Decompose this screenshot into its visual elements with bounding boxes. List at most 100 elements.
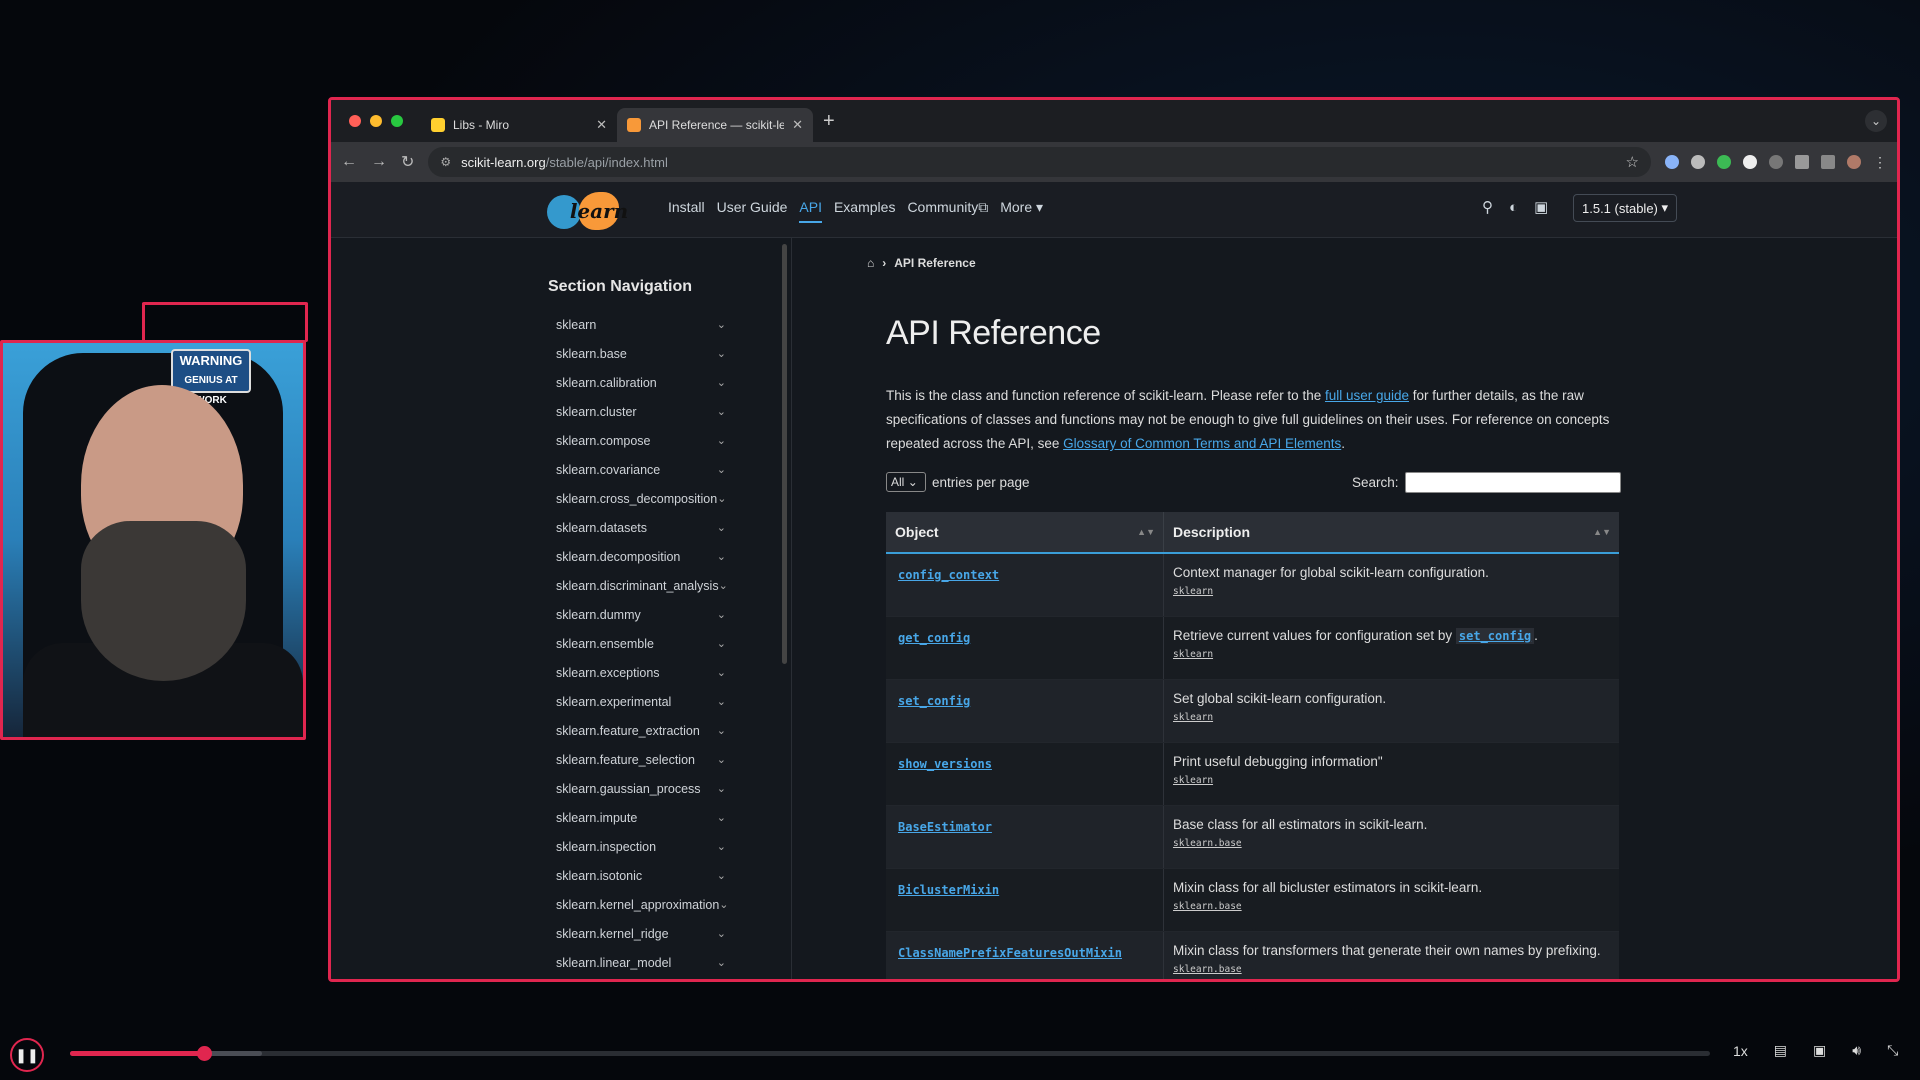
forward-arrow-icon[interactable]: → [371,153,387,171]
object-link[interactable]: BaseEstimator [898,820,992,834]
eyedropper-icon[interactable] [1691,155,1705,169]
chevron-down-icon[interactable]: ⌄ [717,840,726,853]
module-link[interactable]: sklearn [1173,586,1610,597]
sidebar-item[interactable]: sklearn ⌄ [556,310,726,339]
module-link[interactable]: sklearn [1173,775,1610,786]
sidebar-item[interactable]: sklearn.cluster ⌄ [556,397,726,426]
nav-user-guide[interactable]: User Guide [717,199,788,223]
close-tab-icon[interactable]: ✕ [792,117,803,133]
sidebar-item[interactable]: sklearn.gaussian_process ⌄ [556,774,726,803]
sort-icon[interactable]: ▲▼ [1137,527,1155,537]
module-link[interactable]: sklearn [1173,649,1610,660]
fullscreen-icon[interactable]: ⤡ [1887,1042,1898,1059]
sidebar-item[interactable]: sklearn.decomposition ⌄ [556,542,726,571]
sidebar-item[interactable]: sklearn.kernel_ridge ⌄ [556,919,726,948]
module-link[interactable]: sklearn.base [1173,901,1610,912]
sidebar-item[interactable]: sklearn.feature_extraction ⌄ [556,716,726,745]
picture-in-picture-icon[interactable]: ▣ [1813,1042,1826,1059]
browser-menu-icon[interactable]: ⋮ [1873,154,1887,171]
progress-handle[interactable] [197,1046,213,1061]
object-link[interactable]: config_context [898,568,999,582]
sidebar-item[interactable]: sklearn.covariance ⌄ [556,455,726,484]
nav-api[interactable]: API [799,199,822,223]
chevron-down-icon[interactable]: ⌄ [717,637,726,650]
tab-search-chevron-icon[interactable]: ⌄ [1865,110,1887,132]
sidebar-item[interactable]: sklearn.cross_decomposition ⌄ [556,484,726,513]
site-settings-icon[interactable]: ⚙ [440,155,451,169]
progress-bar[interactable] [70,1046,1710,1061]
version-switcher[interactable]: 1.5.1 (stable) ▾ [1573,194,1678,222]
chevron-down-icon[interactable]: ⌄ [717,956,726,969]
chevron-down-icon[interactable]: ⌄ [719,898,728,911]
minimize-window-button[interactable] [370,115,382,127]
extension-icon[interactable] [1665,155,1679,169]
sidebar-item[interactable]: sklearn.compose ⌄ [556,426,726,455]
theme-toggle-icon[interactable]: ◐ [1509,199,1518,216]
chevron-down-icon[interactable]: ⌄ [717,753,726,766]
extension-icon[interactable] [1717,155,1731,169]
search-icon[interactable]: ⚲ [1482,198,1493,216]
object-link[interactable]: show_versions [898,757,992,771]
chevron-down-icon[interactable]: ⌄ [717,376,726,389]
sidebar-item[interactable]: sklearn.isotonic ⌄ [556,861,726,890]
object-link[interactable]: ClassNamePrefixFeaturesOutMixin [898,946,1122,960]
volume-icon[interactable]: 🔊︎ [1852,1042,1861,1059]
column-header-object[interactable]: Object ▲▼ [886,512,1164,552]
sidebar-item[interactable]: sklearn.discriminant_analysis ⌄ [556,571,728,600]
new-tab-button[interactable]: + [823,110,835,133]
chevron-down-icon[interactable]: ⌄ [717,492,726,505]
reading-list-icon[interactable] [1821,155,1835,169]
sort-icon[interactable]: ▲▼ [1593,527,1611,537]
chevron-down-icon[interactable]: ⌄ [717,811,726,824]
chevron-down-icon[interactable]: ⌄ [717,347,726,360]
sklearn-logo[interactable]: learn [547,192,628,230]
sidebar-item[interactable]: sklearn.linear_model ⌄ [556,948,726,977]
sidebar-scrollbar[interactable] [782,244,787,664]
object-link[interactable]: BiclusterMixin [898,883,999,897]
close-tab-icon[interactable]: ✕ [596,117,607,133]
sidebar-item[interactable]: sklearn.datasets ⌄ [556,513,726,542]
profile-avatar[interactable] [1847,155,1861,169]
maximize-window-button[interactable] [391,115,403,127]
full-user-guide-link[interactable]: full user guide [1325,388,1409,403]
chevron-down-icon[interactable]: ⌄ [717,550,726,563]
close-window-button[interactable] [349,115,361,127]
chevron-down-icon[interactable]: ⌄ [717,782,726,795]
object-link[interactable]: get_config [898,631,970,645]
chevron-down-icon[interactable]: ⌄ [717,405,726,418]
sidebar-item[interactable]: sklearn.inspection ⌄ [556,832,726,861]
chevron-down-icon[interactable]: ⌄ [717,724,726,737]
sidebar-item[interactable]: sklearn.impute ⌄ [556,803,726,832]
extension-icon[interactable] [1769,155,1783,169]
module-link[interactable]: sklearn.base [1173,838,1610,849]
nav-community[interactable]: Community⧉ [907,199,988,223]
module-link[interactable]: sklearn [1173,712,1610,723]
sidebar-item[interactable]: sklearn.feature_selection ⌄ [556,745,726,774]
bookmark-star-icon[interactable]: ☆ [1626,153,1639,171]
sidebar-item[interactable]: sklearn.dummy ⌄ [556,600,726,629]
chevron-down-icon[interactable]: ⌄ [717,318,726,331]
object-link[interactable]: set_config [898,694,970,708]
sidebar-item[interactable]: sklearn.calibration ⌄ [556,368,726,397]
chevron-down-icon[interactable]: ⌄ [717,927,726,940]
sidebar-item[interactable]: sklearn.experimental ⌄ [556,687,726,716]
back-arrow-icon[interactable]: ← [341,153,357,171]
url-field[interactable]: ⚙ scikit-learn.org/stable/api/index.html… [428,147,1651,177]
chevron-down-icon[interactable]: ⌄ [717,463,726,476]
module-link[interactable]: sklearn.base [1173,964,1610,975]
sidebar-item[interactable]: sklearn.ensemble ⌄ [556,629,726,658]
sidebar-item[interactable]: sklearn.kernel_approximation ⌄ [556,890,729,919]
sidebar-item[interactable]: sklearn.exceptions ⌄ [556,658,726,687]
sidebar-item[interactable]: sklearn.base ⌄ [556,339,726,368]
pause-button[interactable]: ❚❚ [10,1038,44,1072]
captions-icon[interactable]: ▤ [1774,1042,1787,1059]
chevron-down-icon[interactable]: ⌄ [717,666,726,679]
chevron-down-icon[interactable]: ⌄ [717,521,726,534]
chevron-down-icon[interactable]: ⌄ [717,608,726,621]
chevron-down-icon[interactable]: ⌄ [717,869,726,882]
home-icon[interactable]: ⌂ [867,256,874,270]
set-config-link[interactable]: set_config [1455,628,1535,644]
chevron-down-icon[interactable]: ⌄ [717,695,726,708]
puzzle-icon[interactable] [1795,155,1809,169]
tab-miro[interactable]: Libs - Miro ✕ [421,108,617,142]
